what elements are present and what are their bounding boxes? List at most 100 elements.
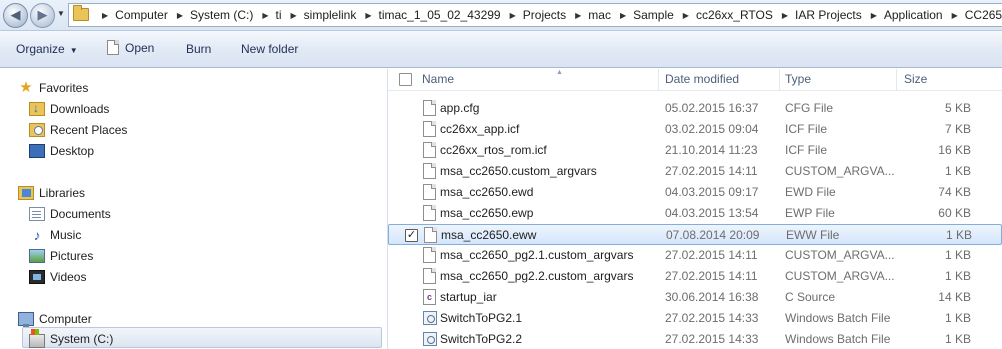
- file-date-modified: 05.02.2015 16:37: [665, 101, 759, 115]
- file-name: app.cfg: [440, 101, 480, 115]
- downloads-folder-icon: [29, 101, 45, 116]
- file-date-modified: 04.03.2015 09:17: [665, 185, 759, 199]
- forward-arrow-icon: ▶: [37, 7, 48, 22]
- file-name: startup_iar: [440, 290, 497, 304]
- file-type: CFG File: [785, 101, 833, 115]
- file-date-modified: 03.02.2015 09:04: [665, 122, 759, 136]
- breadcrumb-item[interactable]: simplelink: [304, 8, 357, 22]
- file-size: 1 KB: [944, 164, 971, 178]
- breadcrumb-item[interactable]: Computer: [115, 8, 168, 22]
- file-size: 1 KB: [944, 248, 971, 262]
- column-date-header[interactable]: Date modified: [665, 72, 775, 88]
- column-name-header[interactable]: ▲ Name: [422, 69, 652, 88]
- nav-item-label: Desktop: [50, 143, 95, 158]
- breadcrumb-separator-icon[interactable]: ▶: [620, 11, 626, 20]
- breadcrumb-separator-icon[interactable]: ▶: [952, 11, 958, 20]
- breadcrumb-separator-icon[interactable]: ▶: [262, 11, 268, 20]
- nav-item-label: Documents: [50, 206, 111, 221]
- libraries-icon: [18, 185, 34, 200]
- file-row[interactable]: msa_cc2650_pg2.1.custom_argvars 27.02.201…: [388, 245, 1002, 266]
- recent-pages-dropdown-icon[interactable]: ▼: [57, 9, 65, 18]
- nav-libraries-label: Libraries: [39, 185, 86, 200]
- file-name: msa_cc2650.ewp: [440, 206, 534, 220]
- file-type: CUSTOM_ARGVA...: [785, 248, 895, 262]
- breadcrumb-separator-icon[interactable]: ▶: [871, 11, 877, 20]
- breadcrumb-item[interactable]: IAR Projects: [795, 8, 862, 22]
- document-icon: [423, 142, 436, 158]
- breadcrumb-separator-icon[interactable]: ▶: [510, 11, 516, 20]
- file-type: ICF File: [785, 122, 827, 136]
- breadcrumb[interactable]: ▶ Computer ▶ System (C:) ▶ ti ▶ simplelink ▶ tima…: [68, 3, 1002, 27]
- file-type: C Source: [785, 290, 836, 304]
- file-size: 1 KB: [944, 311, 971, 325]
- nav-item-documents[interactable]: Documents: [29, 203, 111, 224]
- column-divider[interactable]: [896, 69, 897, 91]
- breadcrumb-item[interactable]: Application: [884, 8, 943, 22]
- nav-libraries[interactable]: Libraries: [18, 182, 85, 203]
- file-type: EWW File: [786, 228, 840, 242]
- breadcrumb-item[interactable]: cc26xx_RTOS: [696, 8, 773, 22]
- nav-item-desktop[interactable]: Desktop: [29, 140, 94, 161]
- file-name: SwitchToPG2.1: [440, 311, 523, 325]
- new-folder-button[interactable]: New folder: [241, 42, 298, 56]
- file-size: 16 KB: [938, 143, 971, 157]
- file-row[interactable]: c startup_iar 30.06.2014 16:38 C Source 14 K…: [388, 287, 1002, 308]
- back-button[interactable]: ◀: [3, 3, 28, 28]
- file-row[interactable]: app.cfg 05.02.2015 16:37 CFG File 5 KB: [388, 98, 1002, 119]
- breadcrumb-item[interactable]: System (C:): [190, 8, 253, 22]
- burn-button[interactable]: Burn: [186, 42, 211, 56]
- breadcrumb-item[interactable]: CC2650: [965, 8, 1002, 22]
- file-name: msa_cc2650_pg2.2.custom_argvars: [440, 269, 634, 283]
- organize-button[interactable]: Organize ▼: [16, 42, 78, 56]
- document-icon: [423, 205, 436, 221]
- column-type-header[interactable]: Type: [785, 72, 890, 88]
- file-size: 1 KB: [944, 269, 971, 283]
- nav-computer[interactable]: Computer: [18, 308, 92, 329]
- row-checkbox[interactable]: ✓: [405, 229, 418, 242]
- column-divider[interactable]: [779, 69, 780, 91]
- column-size-header[interactable]: Size: [904, 72, 964, 88]
- breadcrumb-item[interactable]: Sample: [633, 8, 674, 22]
- nav-item-system-drive[interactable]: System (C:): [29, 328, 113, 349]
- nav-favorites[interactable]: ★ Favorites: [18, 77, 88, 98]
- breadcrumb-separator-icon[interactable]: ▶: [575, 11, 581, 20]
- file-row[interactable]: ✓ msa_cc2650.eww 07.08.2014 20:09 EWW File 1…: [388, 224, 1002, 245]
- nav-item-videos[interactable]: Videos: [29, 266, 86, 287]
- file-row[interactable]: msa_cc2650_pg2.2.custom_argvars 27.02.201…: [388, 266, 1002, 287]
- nav-item-recent-places[interactable]: Recent Places: [29, 119, 127, 140]
- file-row[interactable]: SwitchToPG2.1 27.02.2015 14:33 Windows Bat…: [388, 308, 1002, 329]
- file-row[interactable]: msa_cc2650.custom_argvars 27.02.2015 14:1…: [388, 161, 1002, 182]
- address-bar-row: ◀ ▶ ▼ ▶ Computer ▶ System (C:) ▶ ti ▶ simplelin…: [0, 0, 1002, 31]
- file-row[interactable]: cc26xx_app.icf 03.02.2015 09:04 ICF File 7 …: [388, 119, 1002, 140]
- documents-icon: [29, 206, 45, 221]
- breadcrumb-item[interactable]: timac_1_05_02_43299: [379, 8, 501, 22]
- file-date-modified: 21.10.2014 11:23: [665, 143, 758, 157]
- column-divider[interactable]: [658, 69, 659, 91]
- breadcrumb-separator-icon[interactable]: ▶: [102, 11, 108, 20]
- file-row[interactable]: msa_cc2650.ewd 04.03.2015 09:17 EWD File 74…: [388, 182, 1002, 203]
- document-icon: [423, 121, 436, 137]
- breadcrumb-separator-icon[interactable]: ▶: [291, 11, 297, 20]
- select-all-checkbox[interactable]: [399, 73, 412, 86]
- breadcrumb-item[interactable]: mac: [588, 8, 611, 22]
- file-date-modified: 27.02.2015 14:11: [665, 164, 758, 178]
- breadcrumb-separator-icon[interactable]: ▶: [365, 11, 371, 20]
- videos-icon: [29, 269, 45, 284]
- breadcrumb-separator-icon[interactable]: ▶: [177, 11, 183, 20]
- file-row[interactable]: cc26xx_rtos_rom.icf 21.10.2014 11:23 ICF F…: [388, 140, 1002, 161]
- breadcrumb-item[interactable]: Projects: [523, 8, 566, 22]
- nav-item-music[interactable]: ♪ Music: [29, 224, 82, 245]
- nav-item-pictures[interactable]: Pictures: [29, 245, 93, 266]
- forward-button[interactable]: ▶: [30, 3, 55, 28]
- folder-icon: [73, 5, 89, 21]
- breadcrumb-separator-icon[interactable]: ▶: [782, 11, 788, 20]
- file-row[interactable]: msa_cc2650.ewp 04.03.2015 13:54 EWP File 60…: [388, 203, 1002, 224]
- nav-item-label: Downloads: [50, 101, 110, 116]
- navigation-pane: ★ Favorites Downloads Recent Places Desk…: [0, 69, 387, 349]
- open-button[interactable]: Open: [107, 40, 154, 55]
- file-row[interactable]: SwitchToPG2.2 27.02.2015 14:33 Windows Bat…: [388, 329, 1002, 349]
- breadcrumb-separator-icon[interactable]: ▶: [683, 11, 689, 20]
- file-size: 1 KB: [944, 332, 971, 346]
- nav-item-downloads[interactable]: Downloads: [29, 98, 109, 119]
- breadcrumb-item[interactable]: ti: [276, 8, 282, 22]
